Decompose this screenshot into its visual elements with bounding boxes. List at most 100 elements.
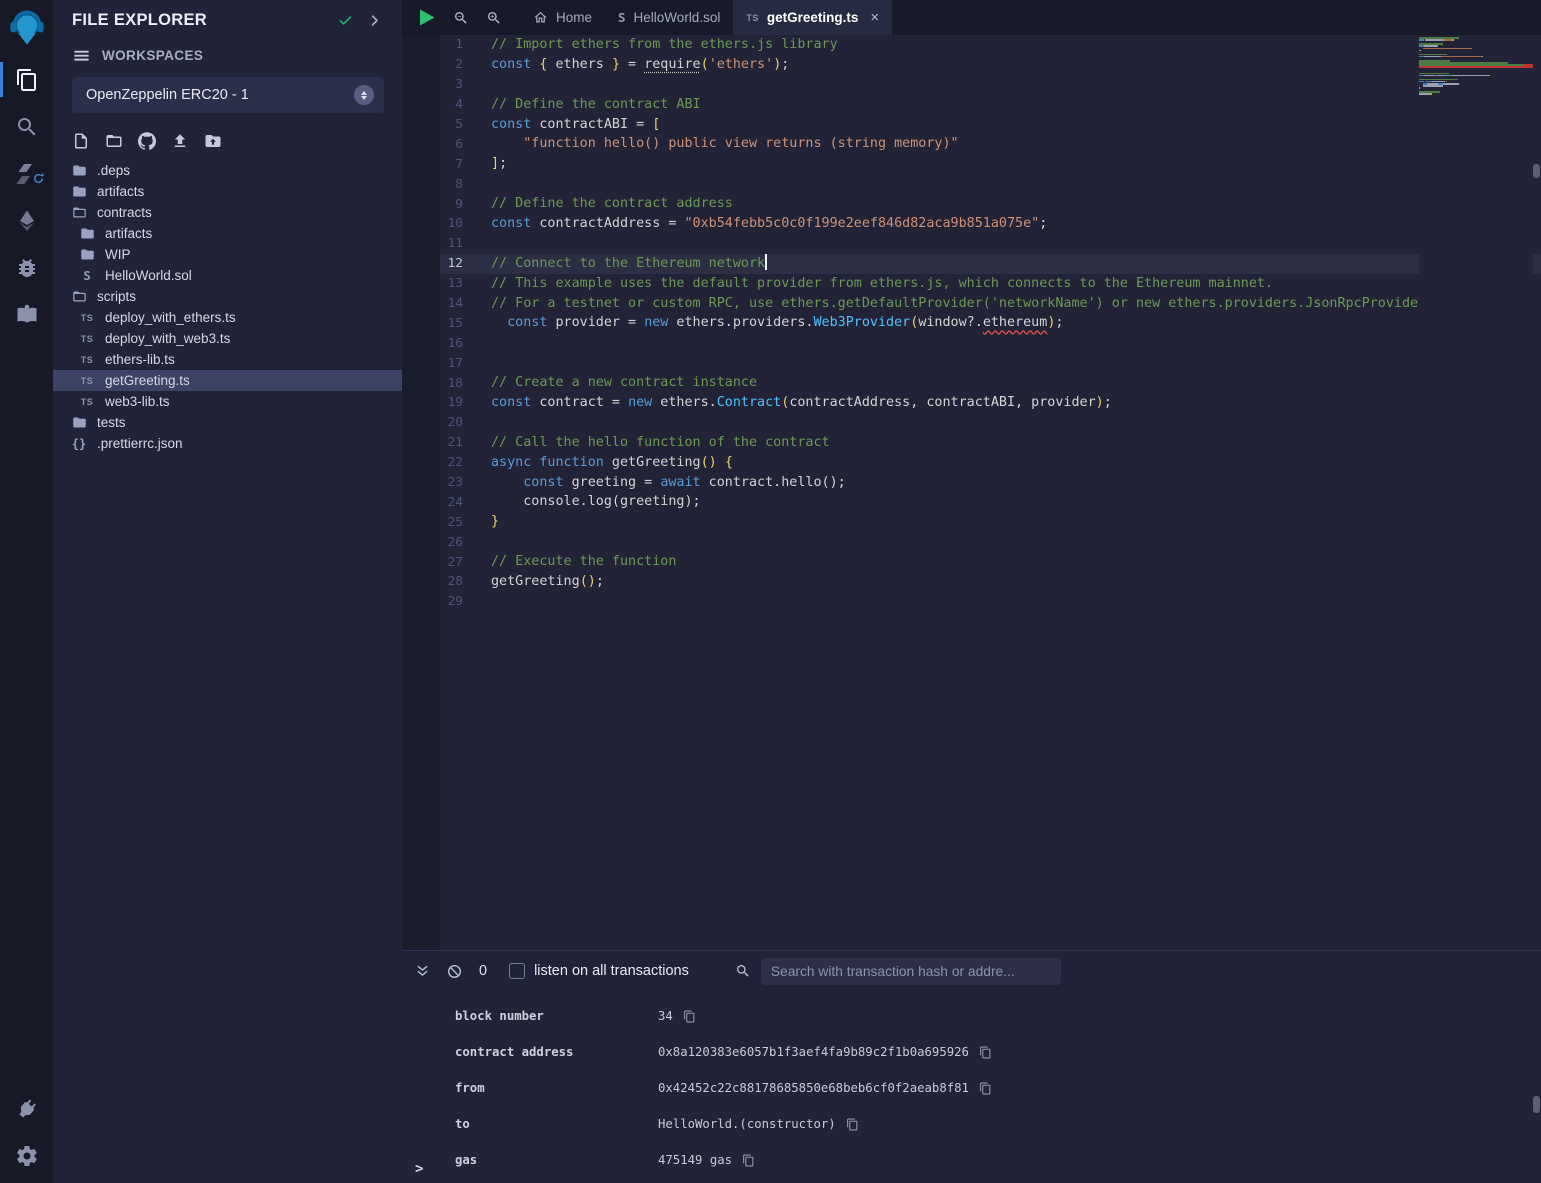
tab-label: getGreeting.ts (767, 10, 859, 25)
hamburger-menu-icon[interactable] (72, 46, 91, 65)
create-folder-icon[interactable] (105, 132, 123, 150)
file-tree-item-tests[interactable]: tests (53, 412, 402, 433)
file-tree-item-scripts[interactable]: scripts (53, 286, 402, 307)
line-content: const contract = new ethers.Contract(con… (491, 393, 1112, 413)
text-cursor (765, 254, 767, 270)
code-line: 28getGreeting(); (402, 572, 1541, 592)
terminal-row-value: 34 (658, 1009, 673, 1023)
close-tab-icon[interactable]: × (870, 9, 879, 26)
upload-folder-icon[interactable] (204, 132, 222, 150)
run-script-button[interactable] (419, 8, 436, 27)
code-line: 15 const provider = new ethers.providers… (402, 313, 1541, 333)
file-tree-item-wip[interactable]: WIP (53, 244, 402, 265)
folder-icon (78, 226, 96, 241)
file-tree-item-deploy-with-web3-ts[interactable]: TSdeploy_with_web3.ts (53, 328, 402, 349)
code-line: 21 // Call the hello function of the cont… (402, 433, 1541, 453)
tab-helloworld-sol[interactable]: SHelloWorld.sol (605, 0, 733, 35)
expand-terminal-icon[interactable] (414, 963, 431, 980)
chevron-right-icon[interactable] (367, 13, 382, 28)
line-number: 21 (402, 435, 463, 450)
copy-icon[interactable] (979, 1046, 992, 1059)
terminal-search-icon (735, 963, 751, 979)
code-line: 19const contract = new ethers.Contract(c… (402, 393, 1541, 413)
code-line: 23 const greeting = await contract.hello… (402, 473, 1541, 493)
copy-icon[interactable] (742, 1154, 755, 1167)
learneth-icon[interactable] (0, 291, 53, 338)
line-content: async function getGreeting() { (491, 453, 733, 473)
line-number: 2 (402, 57, 463, 72)
line-number: 5 (402, 117, 463, 132)
remix-logo-icon[interactable] (0, 0, 53, 56)
copy-icon[interactable] (979, 1082, 992, 1095)
file-tree-item--deps[interactable]: .deps (53, 160, 402, 181)
create-file-icon[interactable] (72, 132, 90, 150)
file-tree-item-getgreeting-ts[interactable]: TSgetGreeting.ts (53, 370, 402, 391)
editor-minimap[interactable] (1419, 35, 1533, 950)
file-tree: .depsartifactscontractsartifactsWIPSHell… (53, 160, 402, 454)
upload-file-icon[interactable] (171, 132, 189, 150)
line-number: 28 (402, 574, 463, 589)
line-content: // Call the hello function of the contra… (491, 433, 830, 453)
line-number: 22 (402, 455, 463, 470)
file-name: scripts (97, 289, 136, 304)
line-content: ]; (491, 154, 507, 174)
line-content: // Define the contract ABI (491, 95, 701, 115)
plugin-manager-icon[interactable] (0, 1085, 53, 1132)
code-editor[interactable]: 1// Import ethers from the ethers.js lib… (402, 35, 1541, 950)
check-icon[interactable] (338, 13, 353, 28)
solidity-icon: S (618, 10, 626, 25)
file-tree-item-deploy-with-ethers-ts[interactable]: TSdeploy_with_ethers.ts (53, 307, 402, 328)
workspace-select[interactable]: OpenZeppelin ERC20 - 1 (72, 77, 384, 113)
line-number: 15 (402, 316, 463, 331)
terminal-prompt[interactable]: > (415, 1161, 423, 1177)
file-name: tests (97, 415, 126, 430)
line-content: const contractABI = [ (491, 115, 660, 135)
clone-github-icon[interactable] (138, 132, 156, 150)
remix-ide-window: FILE EXPLORER WORKSPACES OpenZeppelin ER… (0, 0, 1541, 1183)
file-tree-item-contracts[interactable]: contracts (53, 202, 402, 223)
editor-scrollbar-thumb[interactable] (1533, 164, 1540, 178)
copy-icon[interactable] (683, 1010, 696, 1023)
code-line: 1// Import ethers from the ethers.js lib… (402, 35, 1541, 55)
code-line: 18// Create a new contract instance (402, 373, 1541, 393)
file-tree-item-ethers-lib-ts[interactable]: TSethers-lib.ts (53, 349, 402, 370)
file-explorer-icon[interactable] (0, 56, 53, 103)
debugger-icon[interactable] (0, 244, 53, 291)
terminal-row-key: gas (455, 1153, 658, 1167)
editor-code-area[interactable]: 1// Import ethers from the ethers.js lib… (402, 35, 1541, 950)
search-icon[interactable] (0, 103, 53, 150)
file-tree-item-helloworld-sol[interactable]: S HelloWorld.sol (53, 265, 402, 286)
file-tree-item-artifacts[interactable]: artifacts (53, 181, 402, 202)
file-name: ethers-lib.ts (105, 352, 175, 367)
line-number: 14 (402, 296, 463, 311)
folder-icon (70, 415, 88, 430)
line-number: 13 (402, 276, 463, 291)
solidity-compiler-icon[interactable] (0, 150, 53, 197)
file-name: artifacts (97, 184, 144, 199)
file-tree-item--prettierrc-json[interactable]: {}.prettierrc.json (53, 433, 402, 454)
line-number: 1 (402, 37, 463, 52)
file-tree-item-artifacts[interactable]: artifacts (53, 223, 402, 244)
workspaces-label: WORKSPACES (102, 48, 203, 63)
terminal-row: toHelloWorld.(constructor) (455, 1106, 1541, 1142)
listen-transactions-checkbox[interactable] (509, 963, 525, 979)
code-line: 12// Connect to the Ethereum network (402, 254, 1541, 274)
code-line: 10const contractAddress = "0xb54febb5c0c… (402, 214, 1541, 234)
file-tree-item-web3-lib-ts[interactable]: TSweb3-lib.ts (53, 391, 402, 412)
settings-icon[interactable] (0, 1132, 53, 1179)
deploy-run-icon[interactable] (0, 197, 53, 244)
copy-icon[interactable] (846, 1118, 859, 1131)
tab-home[interactable]: Home (520, 0, 605, 35)
zoom-in-icon[interactable] (486, 10, 502, 26)
file-name: deploy_with_ethers.ts (105, 310, 236, 325)
terminal-search-input[interactable] (761, 958, 1061, 985)
terminal-row-key: block number (455, 1009, 658, 1023)
line-content: // Execute the function (491, 552, 676, 572)
code-line: 6 "function hello() public view returns … (402, 134, 1541, 154)
terminal-scrollbar-thumb[interactable] (1533, 1096, 1540, 1113)
zoom-out-icon[interactable] (453, 10, 469, 26)
tab-getgreeting-ts[interactable]: TSgetGreeting.ts× (733, 0, 892, 35)
solidity-icon: S (78, 268, 96, 283)
clear-console-icon[interactable] (446, 963, 463, 980)
file-name: HelloWorld.sol (105, 268, 192, 283)
